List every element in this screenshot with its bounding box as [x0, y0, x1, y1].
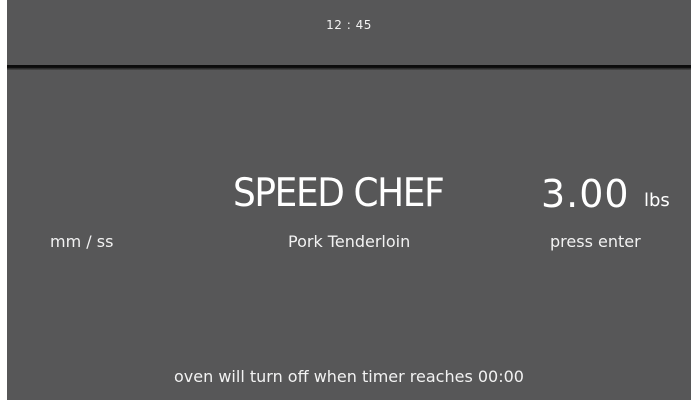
oven-display-screen: 12 : 45 SPEED CHEF 3.00 lbs mm / ss Pork… — [7, 0, 691, 400]
cooking-mode-title: SPEED CHEF — [233, 171, 445, 216]
status-bar: 12 : 45 — [7, 0, 691, 65]
time-format-label: mm / ss — [50, 232, 114, 251]
press-enter-hint: press enter — [550, 232, 641, 251]
timer-shutoff-note: oven will turn off when timer reaches 00… — [174, 367, 524, 386]
weight-value[interactable]: 3.00 — [541, 172, 630, 216]
food-item-name[interactable]: Pork Tenderloin — [288, 232, 410, 251]
weight-unit: lbs — [644, 190, 670, 211]
cooking-panel: SPEED CHEF 3.00 lbs mm / ss Pork Tenderl… — [7, 70, 691, 400]
clock-display: 12 : 45 — [326, 18, 372, 32]
